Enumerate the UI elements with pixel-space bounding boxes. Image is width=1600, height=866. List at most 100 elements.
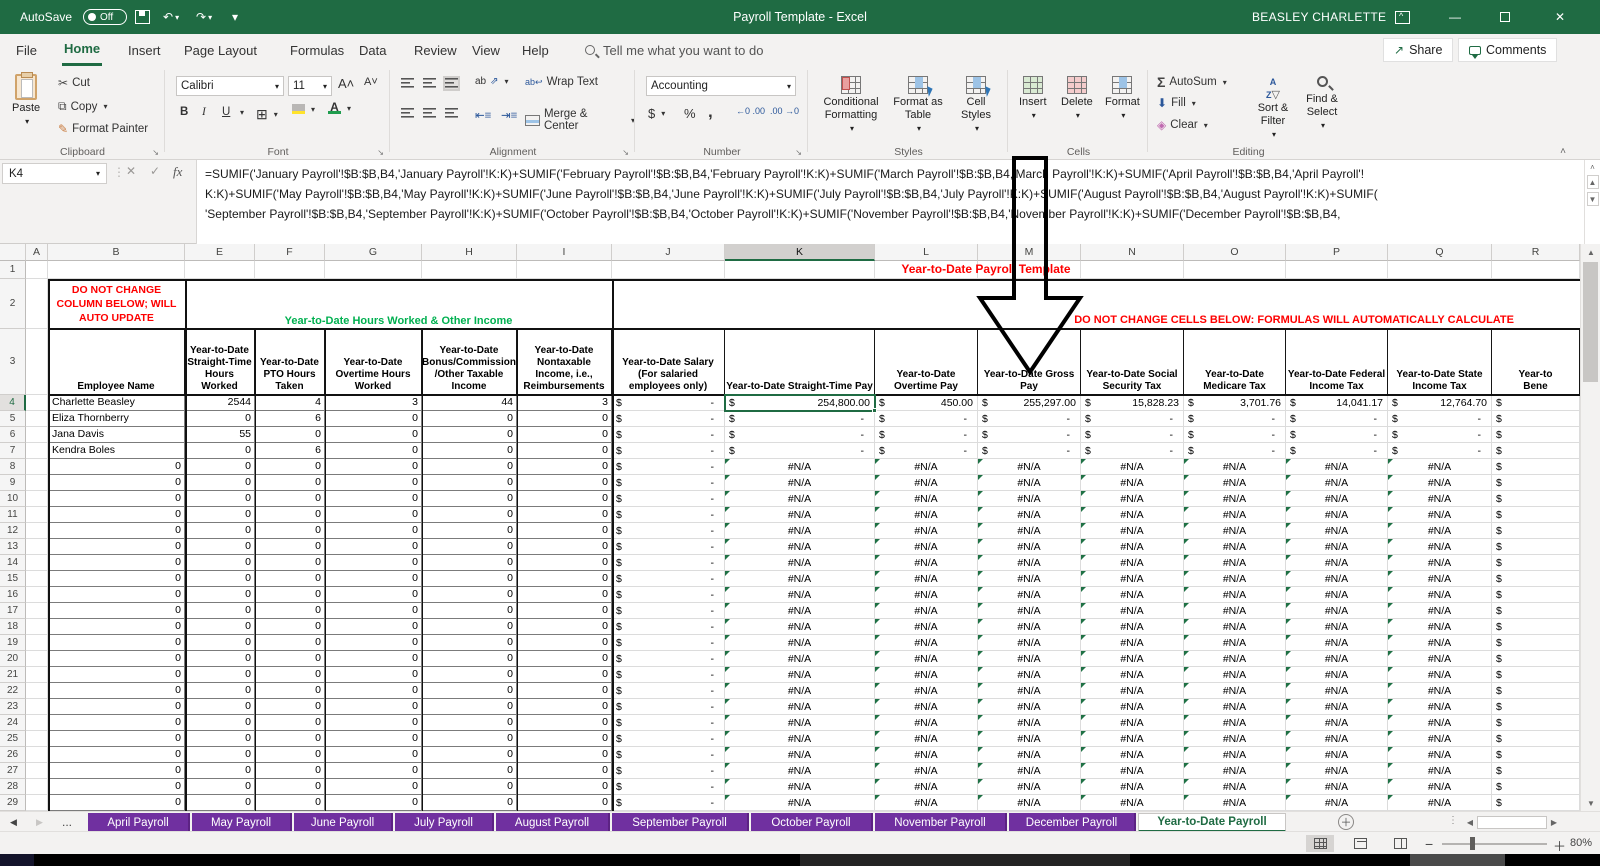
cell-A2[interactable]	[26, 279, 48, 329]
cell-O28[interactable]: #N/A	[1184, 779, 1286, 795]
column-header-N[interactable]: N	[1081, 244, 1184, 261]
delete-cells-button[interactable]: Delete ▾	[1061, 76, 1093, 122]
cell-F23[interactable]: 0	[255, 699, 325, 715]
cell-F1[interactable]	[255, 261, 325, 279]
cell-R16[interactable]: $	[1492, 587, 1580, 603]
cell-K26[interactable]: #N/A	[725, 747, 875, 763]
cell-G15[interactable]: 0	[325, 571, 422, 587]
cell-Q22[interactable]: #N/A	[1388, 683, 1492, 699]
cell-F22[interactable]: 0	[255, 683, 325, 699]
cell-O8[interactable]: #N/A	[1184, 459, 1286, 475]
cell-G28[interactable]: 0	[325, 779, 422, 795]
cell-H1[interactable]	[422, 261, 517, 279]
cell-R10[interactable]: $	[1492, 491, 1580, 507]
cell-K17[interactable]: #N/A	[725, 603, 875, 619]
cell-R5[interactable]: $	[1492, 411, 1580, 427]
cell-N25[interactable]: #N/A	[1081, 731, 1184, 747]
cell-E11[interactable]: 0	[185, 507, 255, 523]
cell-M14[interactable]: #N/A	[978, 555, 1081, 571]
cell-M11[interactable]: #N/A	[978, 507, 1081, 523]
sheet-tab-september-payroll[interactable]: September Payroll	[612, 813, 749, 832]
cell-E18[interactable]: 0	[185, 619, 255, 635]
cell-F7[interactable]: 6	[255, 443, 325, 459]
underline-caret[interactable]: ▾	[238, 108, 244, 117]
cell-G12[interactable]: 0	[325, 523, 422, 539]
cell-A18[interactable]	[26, 619, 48, 635]
cell-M26[interactable]: #N/A	[978, 747, 1081, 763]
cell-R23[interactable]: $	[1492, 699, 1580, 715]
cell-B19[interactable]: 0	[48, 635, 185, 651]
cell-B9[interactable]: 0	[48, 475, 185, 491]
cell-M12[interactable]: #N/A	[978, 523, 1081, 539]
row-header-21[interactable]: 21	[0, 667, 26, 683]
cell-A7[interactable]	[26, 443, 48, 459]
column-header-R[interactable]: R	[1492, 244, 1580, 261]
cell-Q29[interactable]: #N/A	[1388, 795, 1492, 811]
cell-E23[interactable]: 0	[185, 699, 255, 715]
cell-I15[interactable]: 0	[517, 571, 612, 587]
cell-N14[interactable]: #N/A	[1081, 555, 1184, 571]
cell-I13[interactable]: 0	[517, 539, 612, 555]
cell-K29[interactable]: #N/A	[725, 795, 875, 811]
cell-I7[interactable]: 0	[517, 443, 612, 459]
menu-tab-file[interactable]: File	[14, 34, 39, 66]
clear-button[interactable]: ◈ Clear ▾	[1157, 118, 1208, 132]
cell-J7[interactable]: $ -	[612, 443, 725, 459]
cell-H5[interactable]: 0	[422, 411, 517, 427]
cell-A12[interactable]	[26, 523, 48, 539]
cell-E9[interactable]: 0	[185, 475, 255, 491]
format-cells-button[interactable]: Format ▾	[1105, 76, 1140, 122]
cell-H13[interactable]: 0	[422, 539, 517, 555]
cell-B29[interactable]: 0	[48, 795, 185, 811]
cell-F25[interactable]: 0	[255, 731, 325, 747]
cell-F12[interactable]: 0	[255, 523, 325, 539]
cell-M27[interactable]: #N/A	[978, 763, 1081, 779]
row-header-28[interactable]: 28	[0, 779, 26, 795]
cell-F15[interactable]: 0	[255, 571, 325, 587]
cell-B13[interactable]: 0	[48, 539, 185, 555]
row-header-17[interactable]: 17	[0, 603, 26, 619]
cell-O22[interactable]: #N/A	[1184, 683, 1286, 699]
row-header-14[interactable]: 14	[0, 555, 26, 571]
column-title-Q[interactable]: Year-to-Date State Income Tax	[1388, 329, 1492, 395]
cell-A15[interactable]	[26, 571, 48, 587]
cell-I25[interactable]: 0	[517, 731, 612, 747]
cell-E10[interactable]: 0	[185, 491, 255, 507]
cell-Q10[interactable]: #N/A	[1388, 491, 1492, 507]
cell-Q25[interactable]: #N/A	[1388, 731, 1492, 747]
cell-H20[interactable]: 0	[422, 651, 517, 667]
cell-N15[interactable]: #N/A	[1081, 571, 1184, 587]
zoom-in-button[interactable]: ＋	[1553, 836, 1566, 855]
cell-P20[interactable]: #N/A	[1286, 651, 1388, 667]
cell-H22[interactable]: 0	[422, 683, 517, 699]
row-header-4[interactable]: 4	[0, 395, 26, 411]
cell-F8[interactable]: 0	[255, 459, 325, 475]
cell-J20[interactable]: $ -	[612, 651, 725, 667]
cell-N10[interactable]: #N/A	[1081, 491, 1184, 507]
column-title-J[interactable]: Year-to-Date Salary (For salaried employ…	[612, 329, 725, 395]
cell-P1[interactable]	[1286, 261, 1388, 279]
cell-R24[interactable]: $	[1492, 715, 1580, 731]
cell-G26[interactable]: 0	[325, 747, 422, 763]
column-title-G[interactable]: Year-to-Date Overtime Hours Worked	[325, 329, 422, 395]
cell-L21[interactable]: #N/A	[875, 667, 978, 683]
row-header-6[interactable]: 6	[0, 427, 26, 443]
cell-J13[interactable]: $ -	[612, 539, 725, 555]
cell-R19[interactable]: $	[1492, 635, 1580, 651]
cell-P16[interactable]: #N/A	[1286, 587, 1388, 603]
scroll-down-icon[interactable]: ▼	[1581, 795, 1600, 811]
cell-I19[interactable]: 0	[517, 635, 612, 651]
cell-A27[interactable]	[26, 763, 48, 779]
column-title-L[interactable]: Year-to-Date Overtime Pay	[875, 329, 978, 395]
cell-H4[interactable]: 44	[422, 395, 517, 411]
cell-A24[interactable]	[26, 715, 48, 731]
decrease-decimal-button[interactable]: .00 →0	[770, 106, 799, 116]
cell-R12[interactable]: $	[1492, 523, 1580, 539]
cell-J5[interactable]: $ -	[612, 411, 725, 427]
cell-Q18[interactable]: #N/A	[1388, 619, 1492, 635]
font-family-combo[interactable]: Calibri ▾	[176, 76, 284, 96]
cell-F28[interactable]: 0	[255, 779, 325, 795]
cell-I27[interactable]: 0	[517, 763, 612, 779]
cell-O1[interactable]	[1184, 261, 1286, 279]
sort-filter-button[interactable]: A Z▽ Sort & Filter ▾	[1251, 76, 1295, 141]
